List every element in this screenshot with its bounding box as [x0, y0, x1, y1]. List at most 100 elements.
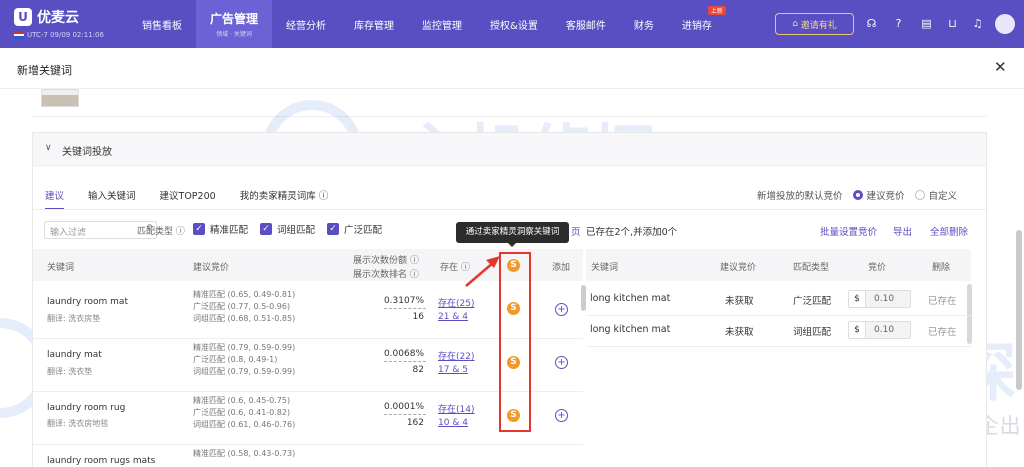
- default-bid-label: 新增投放的默认竞价: [757, 191, 843, 202]
- row1-share: 0.0068%: [383, 349, 424, 359]
- chevron-down-icon[interactable]: ∨: [45, 143, 52, 153]
- tab-my-library[interactable]: 我的卖家精灵词库 ⓘ: [240, 188, 329, 210]
- row2-keyword: laundry room rug: [47, 403, 126, 413]
- row3-keyword: laundry room rugs mats: [47, 456, 156, 466]
- close-icon[interactable]: ✕: [994, 58, 1007, 76]
- highlight-box: [499, 252, 531, 432]
- nav-finance[interactable]: 财务: [620, 0, 668, 48]
- th-rank[interactable]: 展示次数排名 ⓘ: [353, 267, 419, 280]
- export-button[interactable]: 导出: [893, 224, 912, 238]
- brand[interactable]: U 优麦云 UTC-7 09/09 02:11:06: [0, 0, 128, 48]
- nav-monitor[interactable]: 监控管理: [408, 0, 476, 48]
- added-status: 已存在2个,并添加0个: [586, 227, 678, 238]
- row0-translation: 翻译: 洗衣房垫: [47, 314, 101, 323]
- page-title: 新增关键词: [17, 64, 72, 77]
- row-divider: [33, 444, 583, 445]
- nav-auth-settings[interactable]: 授权&设置: [476, 0, 552, 48]
- row1-bids: 精准匹配 (0.79, 0.59-0.99) 广泛匹配 (0.8, 0.49-1)…: [193, 343, 296, 376]
- page-fragment[interactable]: 页: [571, 224, 581, 238]
- radio-custom-bid[interactable]: [914, 190, 925, 200]
- help-icon[interactable]: ?: [891, 16, 906, 31]
- avatar[interactable]: [995, 14, 1015, 34]
- headset-icon[interactable]: ☊: [864, 16, 879, 31]
- right-table-header: [586, 249, 971, 281]
- panel-header[interactable]: ∨ 关键词投放: [33, 133, 986, 166]
- info-icon: ⓘ: [318, 191, 329, 202]
- new-badge: 上新: [707, 6, 726, 15]
- add-keyword-button[interactable]: +: [555, 303, 568, 316]
- row0-share-underline: [384, 308, 426, 309]
- annotation-arrow-icon: [465, 256, 500, 287]
- row2-rank: 162: [406, 418, 424, 428]
- tab-input-keywords[interactable]: 输入关键词: [88, 188, 136, 210]
- product-card-divider: [32, 116, 987, 117]
- row0-exist-sub[interactable]: 21 & 4: [438, 312, 468, 322]
- add-keyword-button[interactable]: +: [555, 409, 568, 422]
- th-share[interactable]: 展示次数份额 ⓘ: [353, 253, 419, 266]
- right-table-scrollbar[interactable]: [967, 284, 972, 344]
- default-bid-setting: 新增投放的默认竞价 建议竞价 自定义: [757, 188, 957, 202]
- nav-purchase-sales[interactable]: 进销存 上新: [668, 0, 726, 48]
- row1-translation: 翻译: 洗衣垫: [47, 367, 93, 376]
- match-type-label: 匹配类型 ⓘ: [137, 227, 185, 237]
- th-right-match: 匹配类型: [793, 263, 830, 273]
- nav-inventory[interactable]: 库存管理: [340, 0, 408, 48]
- bulk-bid-button[interactable]: 批量设置竞价: [820, 224, 877, 238]
- checkbox-phrase[interactable]: ✓ 词组匹配: [260, 222, 315, 236]
- row2-translation: 翻译: 洗衣房地毯: [47, 419, 109, 428]
- check-icon: ✓: [260, 223, 272, 235]
- bell-icon[interactable]: ♫: [970, 16, 985, 31]
- row2-exist-link[interactable]: 存在(14): [438, 402, 474, 415]
- flag-icon: [14, 31, 24, 39]
- row1-exist-link[interactable]: 存在(22): [438, 349, 474, 362]
- brand-logo-icon: U: [14, 8, 32, 26]
- gift-icon: ⌂: [792, 19, 801, 29]
- radio-suggested-bid[interactable]: [852, 190, 863, 200]
- tab-suggest[interactable]: 建议: [45, 188, 65, 210]
- row0-rank: 16: [412, 312, 424, 322]
- th-right-bid: 建议竞价: [720, 263, 757, 273]
- info-icon: ⓘ: [175, 227, 185, 237]
- th-right-delete: 删除: [932, 263, 951, 273]
- row1-keyword: laundry mat: [47, 350, 102, 360]
- left-table-scrollbar[interactable]: [581, 285, 586, 311]
- nav-ad-management[interactable]: 广告管理 领域 · 关键词: [196, 0, 273, 48]
- th-right-price: 竞价: [868, 263, 887, 273]
- checkbox-broad[interactable]: ✓ 广泛匹配: [327, 222, 382, 236]
- cart-icon[interactable]: ⊔: [945, 16, 960, 31]
- nav-business-analysis[interactable]: 经营分析: [272, 0, 340, 48]
- message-icon[interactable]: ▤: [919, 16, 934, 31]
- right-row0-bid: 未获取: [725, 296, 754, 307]
- keyword-tabs: 建议 输入关键词 建议TOP200 我的卖家精灵词库 ⓘ: [45, 188, 352, 210]
- tabs-divider: [33, 209, 986, 210]
- checkbox-exact[interactable]: ✓ 精准匹配: [193, 222, 248, 236]
- nav-sales-dashboard[interactable]: 销售看板: [128, 0, 196, 48]
- nav-service-mail[interactable]: 客服邮件: [552, 0, 620, 48]
- right-row1-price-input[interactable]: $0.10: [848, 321, 911, 339]
- row1-exist-sub[interactable]: 17 & 5: [438, 365, 468, 375]
- right-row0-match: 广泛匹配: [793, 296, 832, 307]
- row3-bids: 精准匹配 (0.58, 0.43-0.73): [193, 449, 296, 458]
- row0-keyword: laundry room mat: [47, 297, 128, 307]
- right-row1-match: 词组匹配: [793, 327, 832, 338]
- th-keyword: 关键词: [47, 263, 75, 273]
- row1-rank: 82: [412, 365, 424, 375]
- row-divider: [586, 315, 971, 316]
- row0-share: 0.3107%: [383, 296, 424, 306]
- th-bid: 建议竞价: [193, 263, 230, 273]
- right-row0-status: 已存在: [928, 296, 957, 307]
- right-row1-status: 已存在: [928, 327, 957, 338]
- th-right-keyword: 关键词: [591, 263, 619, 273]
- add-keyword-button[interactable]: +: [555, 356, 568, 369]
- account-time: UTC-7 09/09 02:11:06: [27, 31, 104, 39]
- product-thumbnail: [41, 89, 79, 107]
- row0-exist-link[interactable]: 存在(25): [438, 296, 474, 309]
- row2-exist-sub[interactable]: 10 & 4: [438, 418, 468, 428]
- delete-all-button[interactable]: 全部删除: [930, 224, 968, 238]
- page-scrollbar[interactable]: [1016, 230, 1022, 390]
- tab-suggest-top200[interactable]: 建议TOP200: [160, 188, 216, 210]
- invite-button[interactable]: ⌂ 邀请有礼: [775, 13, 854, 35]
- right-row1-keyword: long kitchen mat: [590, 324, 671, 335]
- row-divider: [586, 346, 971, 347]
- right-row0-price-input[interactable]: $0.10: [848, 290, 911, 308]
